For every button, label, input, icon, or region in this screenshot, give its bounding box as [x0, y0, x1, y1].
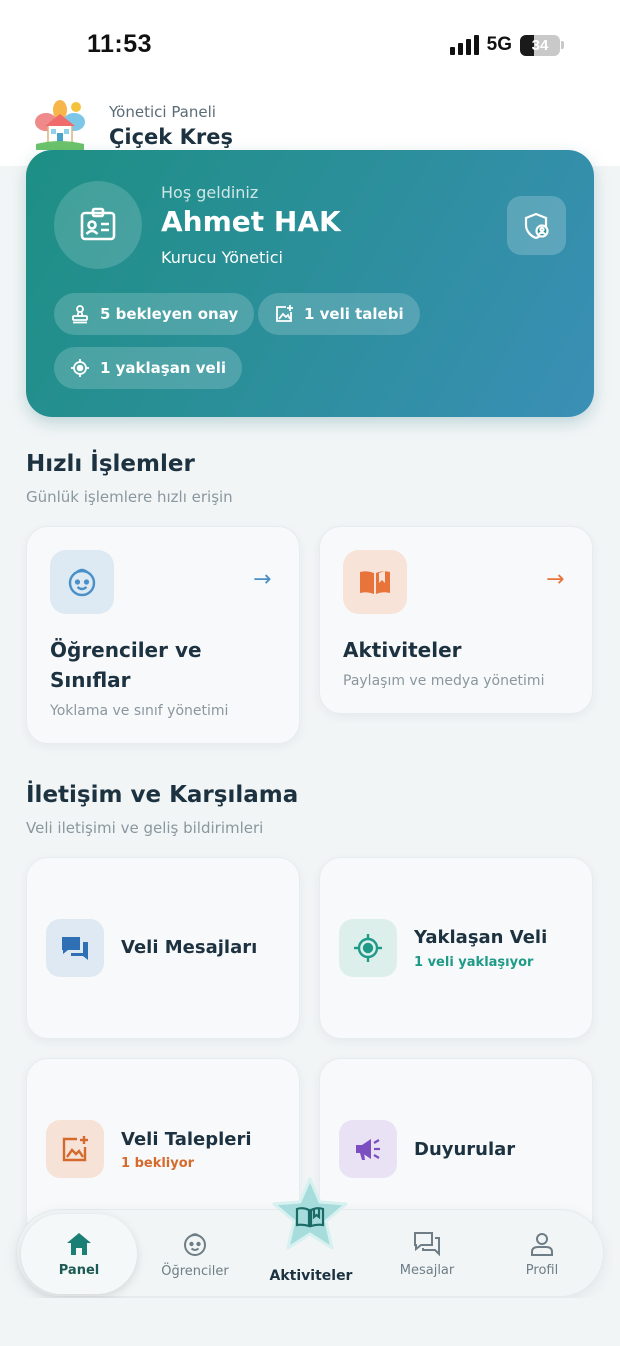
card-title: Veli Talepleri	[121, 1129, 252, 1150]
header-subtitle: Yönetici Paneli	[109, 103, 216, 121]
status-time: 11:53	[87, 30, 153, 58]
nav-profile[interactable]: Profil	[483, 1210, 601, 1298]
parent-requests-chip[interactable]: 1 veli talebi	[258, 293, 420, 335]
add-photo-icon	[46, 1120, 104, 1178]
card-note: 1 bekliyor	[121, 1156, 195, 1171]
signal-icon	[449, 35, 479, 55]
location-target-icon	[339, 919, 397, 977]
network-type: 5G	[486, 34, 512, 55]
add-photo-icon	[276, 305, 293, 322]
shield-person-icon	[524, 212, 549, 239]
person-icon	[531, 1232, 553, 1256]
stamp-icon	[72, 305, 88, 324]
approaching-parent-chip[interactable]: 1 yaklaşan veli	[54, 347, 242, 389]
battery-icon: 34	[520, 34, 564, 56]
nav-label: Öğrenciler	[161, 1263, 229, 1279]
chip-label: 1 yaklaşan veli	[100, 359, 226, 377]
user-role: Kurucu Yönetici	[161, 248, 283, 267]
nav-students[interactable]: Öğrenciler	[139, 1210, 251, 1298]
card-note: 1 veli yaklaşıyor	[414, 955, 534, 970]
admin-shield-button[interactable]	[507, 196, 566, 255]
card-title: Aktiviteler	[343, 638, 462, 662]
card-title: Veli Mesajları	[121, 937, 258, 958]
pending-approvals-chip[interactable]: 5 bekleyen onay	[54, 293, 255, 335]
communication-subtitle: Veli iletişimi ve geliş bildirimleri	[26, 819, 264, 837]
card-subtitle: Paylaşım ve medya yönetimi	[343, 673, 545, 689]
kindergarten-logo-icon	[35, 100, 85, 150]
nav-label: Mesajlar	[399, 1262, 455, 1278]
card-title: Duyurular	[414, 1139, 516, 1160]
battery-level: 34	[531, 36, 549, 54]
chat-icon	[46, 919, 104, 977]
open-book-icon	[343, 550, 407, 614]
card-title: Yaklaşan Veli	[414, 927, 548, 948]
communication-title: İletişim ve Karşılama	[26, 782, 299, 808]
quick-actions-subtitle: Günlük işlemlere hızlı erişin	[26, 488, 233, 506]
parent-messages-card[interactable]: Veli Mesajları	[26, 857, 300, 1039]
chip-label: 1 veli talebi	[304, 305, 404, 323]
chip-label: 5 bekleyen onay	[100, 305, 239, 323]
header-title: Çiçek Kreş	[109, 125, 233, 149]
card-title-line2: Sınıflar	[50, 668, 131, 692]
user-name: Ahmet HAK	[161, 205, 341, 238]
status-bar: 11:53 5G 34	[0, 0, 620, 90]
students-classes-card[interactable]: → Öğrenciler ve Sınıflar Yoklama ve sını…	[26, 526, 300, 744]
arrow-right-icon: →	[253, 567, 272, 592]
activities-star-button[interactable]	[270, 1176, 350, 1252]
card-subtitle: Yoklama ve sınıf yönetimi	[50, 703, 229, 719]
nav-messages[interactable]: Mesajlar	[371, 1210, 483, 1298]
chat-icon	[414, 1231, 440, 1256]
id-badge-icon	[54, 181, 142, 269]
child-face-icon	[184, 1232, 206, 1256]
arrow-right-icon: →	[546, 567, 565, 592]
status-indicators: 5G 34	[449, 34, 564, 56]
welcome-card: Hoş geldiniz Ahmet HAK Kurucu Yönetici 5…	[26, 150, 594, 417]
nav-label: Profil	[525, 1262, 559, 1278]
location-target-icon	[71, 359, 89, 377]
card-title-line1: Öğrenciler ve	[50, 638, 202, 662]
home-indicator-area	[0, 1298, 620, 1346]
nav-label: Panel	[58, 1262, 100, 1278]
child-face-icon	[50, 550, 114, 614]
nav-panel[interactable]: Panel	[21, 1210, 137, 1298]
home-icon	[67, 1232, 91, 1255]
megaphone-icon	[339, 1120, 397, 1178]
approaching-parent-card[interactable]: Yaklaşan Veli 1 veli yaklaşıyor	[319, 857, 593, 1039]
nav-label: Aktiviteler	[269, 1268, 353, 1284]
quick-actions-title: Hızlı İşlemler	[26, 451, 195, 477]
activities-card[interactable]: → Aktiviteler Paylaşım ve medya yönetimi	[319, 526, 593, 714]
greeting-text: Hoş geldiniz	[161, 183, 259, 202]
